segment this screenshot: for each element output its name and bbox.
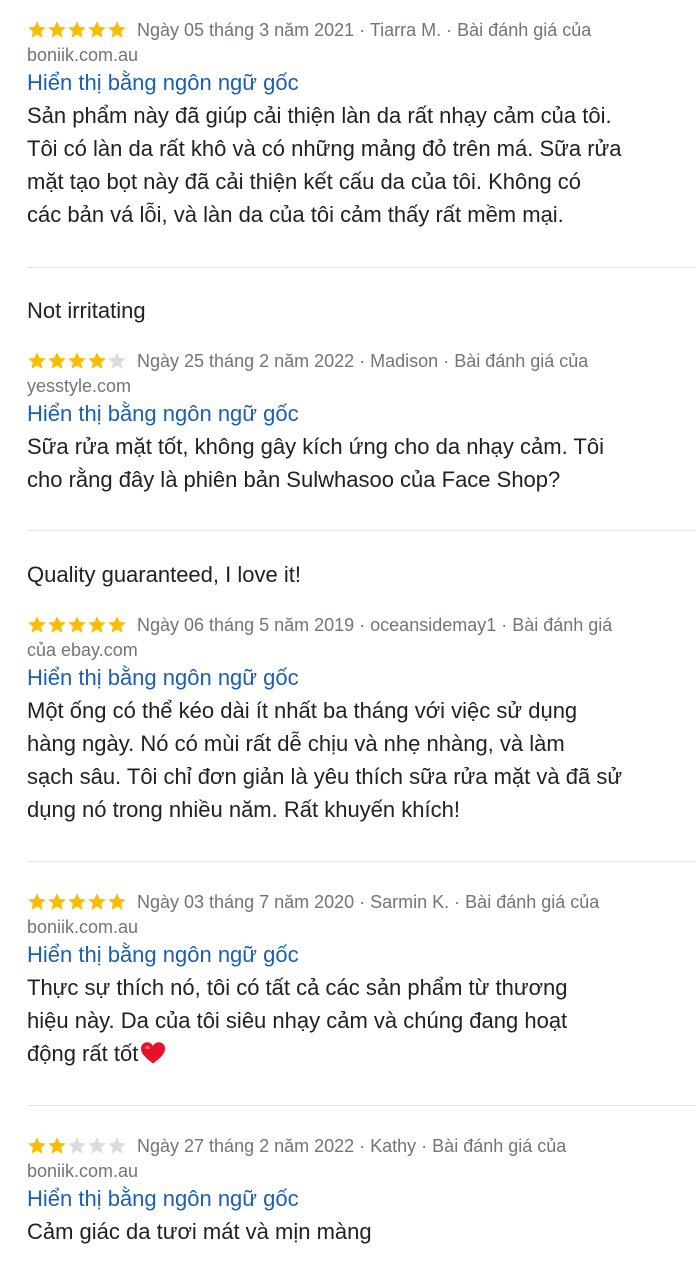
review-source: boniik.com.au bbox=[27, 45, 139, 65]
review-card: Ngày 25 tháng 2 năm 2022 · Madison · Bài… bbox=[27, 346, 696, 496]
star-filled-icon bbox=[47, 615, 67, 635]
review-title: Quality guaranteed, I love it! bbox=[27, 562, 301, 587]
star-rating bbox=[27, 20, 127, 40]
star-filled-icon bbox=[107, 615, 127, 635]
review-text-line: hiệu này. Da của tôi siêu nhạy cảm và ch… bbox=[27, 1008, 568, 1033]
review-text-line: Cảm giác da tươi mát và mịn màng bbox=[27, 1219, 372, 1244]
star-filled-icon bbox=[87, 615, 107, 635]
review-meta: Ngày 06 tháng 5 năm 2019 · oceansidemay1… bbox=[137, 615, 613, 635]
show-original-link[interactable]: Hiển thị bằng ngôn ngữ gốc bbox=[27, 398, 696, 430]
review-source: của ebay.com bbox=[27, 640, 138, 660]
star-filled-icon bbox=[67, 892, 87, 912]
star-empty-icon bbox=[107, 351, 127, 371]
star-rating bbox=[27, 892, 127, 912]
review-text-line: sạch sâu. Tôi chỉ đơn giản là yêu thích … bbox=[27, 764, 623, 789]
star-filled-icon bbox=[107, 892, 127, 912]
star-filled-icon bbox=[27, 892, 47, 912]
star-filled-icon bbox=[107, 20, 127, 40]
review-text-line: hàng ngày. Nó có mùi rất dễ chịu và nhẹ … bbox=[27, 731, 565, 756]
show-original-link[interactable]: Hiển thị bằng ngôn ngữ gốc bbox=[27, 662, 696, 694]
star-filled-icon bbox=[47, 20, 67, 40]
star-filled-icon bbox=[87, 892, 107, 912]
star-rating bbox=[27, 1136, 127, 1156]
star-filled-icon bbox=[87, 20, 107, 40]
star-filled-icon bbox=[27, 20, 47, 40]
star-empty-icon bbox=[67, 1136, 87, 1156]
review-card: Ngày 05 tháng 3 năm 2021 · Tiarra M. · B… bbox=[27, 15, 696, 231]
review-text-line: Thực sự thích nó, tôi có tất cả các sản … bbox=[27, 975, 568, 1000]
review-text-line: Tôi có làn da rất khô và có những mảng đ… bbox=[27, 136, 622, 161]
star-filled-icon bbox=[47, 351, 67, 371]
star-empty-icon bbox=[87, 1136, 107, 1156]
review-text: Sản phẩm này đã giúp cải thiện làn da rấ… bbox=[27, 99, 687, 231]
star-filled-icon bbox=[67, 615, 87, 635]
review-divider bbox=[27, 267, 696, 268]
review-text-line: Sữa rửa mặt tốt, không gây kích ứng cho … bbox=[27, 434, 604, 459]
review-text-line: mặt tạo bọt này đã cải thiện kết cấu da … bbox=[27, 169, 582, 194]
review-title: Not irritating bbox=[27, 298, 146, 323]
review-text-line: dụng nó trong nhiều năm. Rất khuyến khíc… bbox=[27, 797, 460, 822]
review-divider bbox=[27, 530, 696, 531]
star-filled-icon bbox=[47, 1136, 67, 1156]
star-filled-icon bbox=[47, 892, 67, 912]
review-card: Ngày 27 tháng 2 năm 2022 · Kathy · Bài đ… bbox=[27, 1131, 696, 1248]
star-rating bbox=[27, 351, 127, 371]
review-meta: Ngày 05 tháng 3 năm 2021 · Tiarra M. · B… bbox=[137, 20, 592, 40]
review-divider bbox=[27, 861, 696, 862]
review-text: Cảm giác da tươi mát và mịn màng bbox=[27, 1215, 687, 1248]
star-filled-icon bbox=[27, 615, 47, 635]
review-source: boniik.com.au bbox=[27, 917, 139, 937]
review-text-line: động rất tốt bbox=[27, 1037, 687, 1070]
star-filled-icon bbox=[87, 351, 107, 371]
review-divider bbox=[27, 1105, 696, 1106]
review-text-line: cho rằng đây là phiên bản Sulwhasoo của … bbox=[27, 467, 561, 492]
review-text-line: các bản vá lỗi, và làn da của tôi cảm th… bbox=[27, 202, 564, 227]
review-meta-row: Ngày 05 tháng 3 năm 2021 · Tiarra M. · B… bbox=[27, 15, 696, 45]
review-text-line: Một ống có thể kéo dài ít nhất ba tháng … bbox=[27, 698, 578, 723]
review-text-line: Sản phẩm này đã giúp cải thiện làn da rấ… bbox=[27, 103, 612, 128]
show-original-link[interactable]: Hiển thị bằng ngôn ngữ gốc bbox=[27, 939, 696, 971]
star-rating bbox=[27, 615, 127, 635]
review-meta: Ngày 25 tháng 2 năm 2022 · Madison · Bài… bbox=[137, 351, 589, 371]
review-text: Một ống có thể kéo dài ít nhất ba tháng … bbox=[27, 694, 687, 826]
review-card: Ngày 03 tháng 7 năm 2020 · Sarmin K. · B… bbox=[27, 887, 696, 1070]
star-filled-icon bbox=[67, 20, 87, 40]
review-text: Thực sự thích nó, tôi có tất cả các sản … bbox=[27, 971, 687, 1070]
review-meta-row: Ngày 27 tháng 2 năm 2022 · Kathy · Bài đ… bbox=[27, 1131, 696, 1161]
review-text-fragment: động rất tốt bbox=[27, 1041, 139, 1066]
red-heart-icon bbox=[140, 1041, 166, 1065]
star-filled-icon bbox=[27, 351, 47, 371]
star-filled-icon bbox=[27, 1136, 47, 1156]
star-filled-icon bbox=[67, 351, 87, 371]
review-meta-row: Ngày 06 tháng 5 năm 2019 · oceansidemay1… bbox=[27, 610, 696, 640]
review-card: Ngày 06 tháng 5 năm 2019 · oceansidemay1… bbox=[27, 610, 696, 826]
review-source: boniik.com.au bbox=[27, 1161, 139, 1181]
show-original-link[interactable]: Hiển thị bằng ngôn ngữ gốc bbox=[27, 1183, 696, 1215]
review-text: Sữa rửa mặt tốt, không gây kích ứng cho … bbox=[27, 430, 687, 496]
show-original-link[interactable]: Hiển thị bằng ngôn ngữ gốc bbox=[27, 67, 696, 99]
star-empty-icon bbox=[107, 1136, 127, 1156]
review-meta: Ngày 27 tháng 2 năm 2022 · Kathy · Bài đ… bbox=[137, 1136, 567, 1156]
review-meta-row: Ngày 25 tháng 2 năm 2022 · Madison · Bài… bbox=[27, 346, 696, 376]
review-source: yesstyle.com bbox=[27, 376, 132, 396]
review-meta: Ngày 03 tháng 7 năm 2020 · Sarmin K. · B… bbox=[137, 892, 600, 912]
review-meta-row: Ngày 03 tháng 7 năm 2020 · Sarmin K. · B… bbox=[27, 887, 696, 917]
